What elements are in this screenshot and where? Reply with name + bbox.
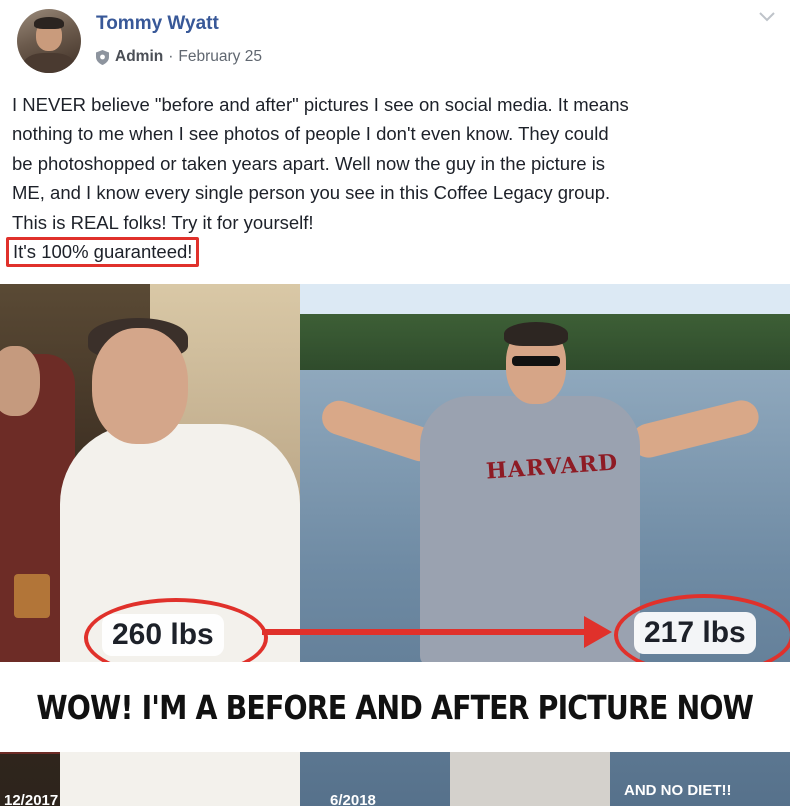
- post-body-line: be photoshopped or taken years apart. We…: [12, 152, 606, 174]
- post-body-line: nothing to me when I see photos of peopl…: [12, 123, 609, 145]
- date-before: 12/2017: [4, 792, 59, 806]
- post-meta: Admin · February 25: [96, 48, 262, 66]
- post-body-line: I NEVER believe "before and after" pictu…: [12, 94, 629, 115]
- meta-separator: ·: [168, 48, 174, 65]
- post-photo[interactable]: HARVARD 260 lbs 217 lbs WOW! I'M A BEFOR…: [0, 284, 790, 806]
- post-header: Tommy Wyatt Admin · February 25: [0, 0, 790, 84]
- post-body: I NEVER believe "before and after" pictu…: [6, 90, 782, 268]
- arrow-head: [584, 616, 612, 648]
- highlight-box: It's 100% guaranteed!: [6, 237, 200, 268]
- avatar[interactable]: [17, 9, 81, 73]
- post-body-line: This is REAL folks! Try it for yourself!: [12, 211, 314, 233]
- photo-caption: AND NO DIET!!: [624, 782, 732, 799]
- highlighted-line: It's 100% guaranteed!: [6, 237, 782, 268]
- post-date[interactable]: February 25: [178, 48, 262, 66]
- chevron-down-icon[interactable]: [758, 10, 776, 24]
- photo-banner: WOW! I'M A BEFORE AND AFTER PICTURE NOW: [0, 662, 790, 752]
- author-name[interactable]: Tommy Wyatt: [96, 13, 219, 35]
- date-after: 6/2018: [330, 792, 376, 806]
- role-badge: Admin: [115, 48, 164, 65]
- shield-icon: [96, 49, 109, 65]
- post-body-line: ME, and I know every single person you s…: [12, 182, 611, 204]
- banner-text: WOW! I'M A BEFORE AND AFTER PICTURE NOW: [36, 687, 755, 727]
- arrow-annotation: [262, 629, 592, 635]
